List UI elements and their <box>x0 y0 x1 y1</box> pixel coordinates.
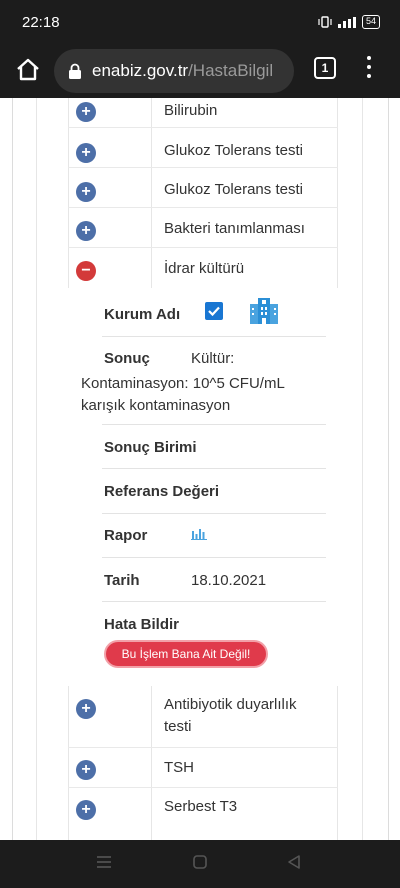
battery-icon: 54 <box>361 15 380 29</box>
report-error-label: Hata Bildir <box>104 616 180 633</box>
date-value: 18.10.2021 <box>191 572 267 589</box>
expand-icon[interactable]: + <box>76 760 96 780</box>
result-label: Sonuç <box>104 350 150 367</box>
bar-chart-icon[interactable] <box>191 526 207 540</box>
check-icon <box>208 306 220 317</box>
institution-label: Kurum Adı <box>104 306 181 323</box>
status-bar: 22:18 54 <box>0 0 400 44</box>
status-icons: 54 <box>318 15 380 29</box>
list-item[interactable]: + Bakteri tanımlanması <box>68 208 338 248</box>
home-icon[interactable] <box>14 56 42 84</box>
status-time: 22:18 <box>22 14 60 31</box>
url-host: enabiz.gov.tr <box>92 61 189 80</box>
vibrate-icon <box>318 16 332 28</box>
test-name: Glukoz Tolerans testi <box>164 142 303 159</box>
expand-icon[interactable]: + <box>76 102 96 122</box>
result-value: Kültür: <box>191 350 235 367</box>
test-name: Bilirubin <box>164 102 218 119</box>
test-name: Antibiyotik duyarlılık <box>164 696 297 713</box>
test-name: Glukoz Tolerans testi <box>164 181 303 198</box>
test-name: TSH <box>164 759 194 776</box>
expand-icon[interactable]: + <box>76 221 96 241</box>
list-item[interactable]: + Glukoz Tolerans testi <box>68 128 338 168</box>
list-item[interactable]: + Glukoz Tolerans testi <box>68 168 338 208</box>
menu-icon[interactable] <box>362 56 376 82</box>
page-content: + Bilirubin + Glukoz Tolerans testi + Gl… <box>0 98 400 840</box>
home-nav-icon[interactable] <box>192 854 208 870</box>
result-value: karışık kontaminasyon <box>81 397 231 414</box>
list-item[interactable]: + TSH <box>68 748 338 788</box>
test-name: İdrar kültürü <box>164 260 245 277</box>
expand-icon[interactable]: + <box>76 182 96 202</box>
test-name-continued: testi <box>164 718 192 735</box>
test-name: Serbest T3 <box>164 798 238 815</box>
hospital-building-icon[interactable] <box>248 296 280 326</box>
list-item-expanded[interactable]: − İdrar kültürü <box>68 248 338 288</box>
expand-icon[interactable]: + <box>76 143 96 163</box>
test-name: Bakteri tanımlanması <box>164 220 305 237</box>
list-item[interactable]: + Antibiyotik duyarlılık testi <box>68 686 338 748</box>
unit-label: Sonuç Birimi <box>104 439 197 456</box>
expand-icon[interactable]: + <box>76 800 96 820</box>
report-label: Rapor <box>104 527 148 544</box>
not-mine-button[interactable]: Bu İşlem Bana Ait Değil! <box>104 640 268 668</box>
reference-label: Referans Değeri <box>104 483 220 500</box>
expand-icon[interactable]: + <box>76 699 96 719</box>
system-nav-bar <box>0 840 400 888</box>
checkbox[interactable] <box>205 302 223 320</box>
battery-level: 54 <box>365 16 376 26</box>
tab-switcher-button[interactable]: 1 <box>314 57 336 79</box>
recent-apps-icon[interactable] <box>95 854 113 870</box>
back-icon[interactable] <box>286 854 302 870</box>
url-text: enabiz.gov.tr/HastaBilgil <box>92 61 273 81</box>
result-value: Kontaminasyon: 10^5 CFU/mL <box>81 375 285 392</box>
date-label: Tarih <box>104 572 140 589</box>
test-detail-panel: Kurum Adı Sonuç Kültür: Kontaminasyon: 1… <box>68 288 338 686</box>
list-item[interactable]: + Serbest T3 <box>68 788 338 840</box>
lock-icon <box>69 63 81 79</box>
signal-icon <box>337 16 356 28</box>
list-item[interactable]: + Bilirubin <box>68 98 338 128</box>
browser-toolbar: enabiz.gov.tr/HastaBilgil 1 <box>0 44 400 98</box>
address-bar[interactable]: enabiz.gov.tr/HastaBilgil <box>54 49 294 93</box>
collapse-icon[interactable]: − <box>76 261 96 281</box>
url-path: /HastaBilgil <box>188 61 274 80</box>
